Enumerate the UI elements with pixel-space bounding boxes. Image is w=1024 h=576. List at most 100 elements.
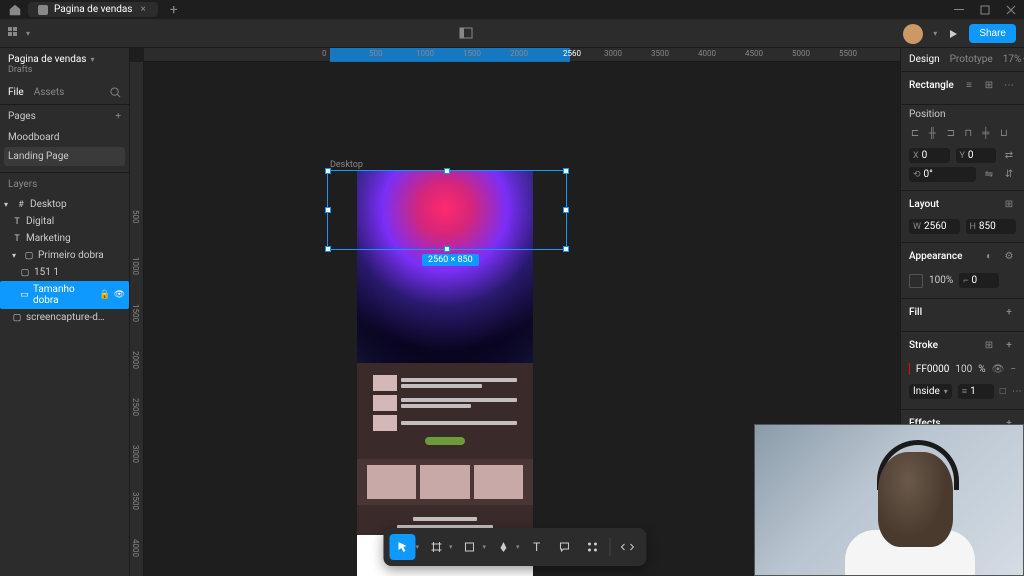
move-tool[interactable] (389, 534, 415, 560)
layer-text-marketing[interactable]: T Marketing (0, 230, 129, 247)
add-icon[interactable]: + (1002, 305, 1016, 319)
text-tool[interactable]: T (524, 534, 550, 560)
align-right-icon[interactable]: ⊐ (947, 128, 961, 142)
align-hcenter-icon[interactable]: ╫ (929, 128, 943, 142)
add-icon[interactable]: + (1002, 338, 1016, 352)
page-item-moodboard[interactable]: Moodboard (0, 128, 129, 147)
file-tab-label: Pagina de vendas (54, 4, 132, 15)
layers-header: Layers (0, 172, 129, 196)
stroke-position-select[interactable]: Inside▾ (909, 384, 952, 399)
dev-mode-tool[interactable] (615, 534, 641, 560)
shape-tool[interactable] (457, 534, 483, 560)
chevron-down-icon[interactable]: ▾ (933, 29, 937, 38)
chevron-down-icon[interactable]: ▾ (516, 543, 520, 551)
settings-icon[interactable]: ⚙ (1002, 249, 1016, 263)
section-position: Position (901, 105, 1024, 124)
minimize-icon[interactable] (954, 5, 964, 15)
corner-radius-field[interactable]: ⌐0 (959, 273, 999, 288)
height-field[interactable]: H850 (966, 219, 1017, 234)
align-vcenter-icon[interactable]: ╪ (982, 128, 996, 142)
more-icon[interactable]: ⋯ (1002, 78, 1016, 92)
layer-image-151[interactable]: ▢ 151 1 (0, 264, 129, 281)
layer-group-primeiro[interactable]: ▾ ▢ Primeiro dobra (0, 247, 129, 264)
project-location[interactable]: Drafts (8, 65, 121, 75)
add-page-icon[interactable]: + (115, 111, 121, 122)
ruler-horizontal[interactable]: 0 500 1000 1500 2000 2560 3000 3500 4000… (144, 48, 900, 62)
project-name[interactable]: Pagina de vendas ▾ (8, 54, 121, 65)
selection-outline[interactable] (327, 170, 567, 250)
window-close-icon[interactable] (1006, 5, 1016, 15)
layer-image-screenshot[interactable]: ▢ screencapture-dev-fabioaldas... (0, 309, 129, 326)
constrain-icon[interactable]: ⇄ (1002, 148, 1016, 162)
stroke-width-field[interactable]: ≡1 (958, 384, 994, 399)
pages-header[interactable]: Pages (8, 111, 36, 122)
layer-text-digital[interactable]: T Digital (0, 213, 129, 230)
autolayout-icon[interactable]: ⊞ (1002, 197, 1016, 211)
section-fill: Fill (909, 307, 922, 318)
eye-icon[interactable]: 👁 (992, 362, 1005, 376)
style-icon[interactable]: ⊞ (982, 338, 996, 352)
stroke-hex[interactable]: FF0000 (916, 364, 950, 375)
layer-frame-desktop[interactable]: ▾ # Desktop (0, 196, 129, 213)
align-left-icon[interactable]: ⊏ (911, 128, 925, 142)
chevron-down-icon[interactable]: ▾ (483, 543, 487, 551)
pen-tool[interactable] (490, 534, 516, 560)
stroke-opacity[interactable]: 100 (955, 364, 972, 375)
lock-icon[interactable]: 🔒 (99, 290, 110, 300)
more-icon[interactable]: ⋯ (1012, 385, 1022, 399)
chevron-down-icon[interactable]: ▾ (4, 200, 12, 209)
home-icon[interactable] (8, 3, 22, 17)
ruler-vertical[interactable]: 500 1000 1500 2000 2500 3000 3500 4000 (130, 62, 144, 576)
text-icon: T (12, 217, 22, 227)
play-icon[interactable] (947, 28, 959, 40)
align-bottom-icon[interactable]: ⊔ (1000, 128, 1014, 142)
opacity-value[interactable]: 100% (929, 275, 953, 286)
image-icon: ▢ (12, 313, 22, 323)
app-topbar: ▾ ▾ Share (0, 20, 1024, 48)
grid-icon[interactable]: ⊞ (982, 78, 996, 92)
file-tab-file[interactable]: File (8, 81, 24, 104)
stroke-side-icon[interactable]: □ (1000, 385, 1006, 399)
frame-tool[interactable] (423, 534, 449, 560)
chevron-down-icon[interactable]: ▾ (449, 543, 453, 551)
rotation-field[interactable]: ⟲0° (909, 167, 976, 182)
page-item-landing[interactable]: Landing Page (4, 147, 125, 166)
tab-design[interactable]: Design (909, 54, 940, 65)
file-tab-assets[interactable]: Assets (34, 81, 65, 104)
layer-rect-tamanho[interactable]: ▭ Tamanho dobra 🔒 👁 (0, 281, 129, 309)
eye-icon[interactable]: 👁 (114, 290, 125, 300)
main-menu-icon[interactable] (8, 25, 26, 43)
image-icon: ▢ (20, 268, 30, 278)
close-icon[interactable]: × (138, 4, 147, 15)
pos-y-field[interactable]: Y0 (956, 148, 997, 163)
chevron-down-icon[interactable]: ▾ (26, 29, 30, 38)
file-tab[interactable]: Pagina de vendas × (28, 2, 158, 17)
flip-h-icon[interactable]: ⇋ (982, 167, 996, 181)
avatar[interactable] (903, 24, 923, 44)
chevron-down-icon[interactable]: ▾ (12, 251, 20, 260)
chevron-down-icon[interactable]: ▾ (415, 543, 419, 551)
frame-label[interactable]: Desktop (330, 160, 363, 170)
opacity-swatch[interactable] (909, 274, 923, 288)
align-top-icon[interactable]: ⊓ (964, 128, 978, 142)
window-titlebar: Pagina de vendas × + (0, 0, 1024, 20)
share-button[interactable]: Share (969, 24, 1016, 43)
flip-v-icon[interactable]: ⇵ (1002, 167, 1016, 181)
search-icon[interactable] (110, 81, 121, 104)
frame-icon: # (16, 200, 26, 210)
section-layout: Layout (909, 199, 939, 210)
align-icon[interactable]: ≡ (962, 78, 976, 92)
zoom-control[interactable]: 17%▾ (1003, 54, 1024, 65)
pos-x-field[interactable]: X0 (909, 148, 950, 163)
width-field[interactable]: W2560 (909, 219, 960, 234)
actions-tool[interactable] (580, 534, 606, 560)
blend-icon[interactable]: ◐ (982, 249, 996, 263)
comment-tool[interactable] (552, 534, 578, 560)
remove-icon[interactable]: − (1010, 362, 1016, 376)
maximize-icon[interactable] (980, 5, 990, 15)
tab-prototype[interactable]: Prototype (950, 54, 993, 65)
rect-icon: ▭ (20, 290, 29, 300)
new-tab-button[interactable]: + (164, 2, 184, 18)
panel-toggle-icon[interactable] (459, 26, 475, 42)
stroke-color-swatch[interactable] (909, 363, 910, 375)
